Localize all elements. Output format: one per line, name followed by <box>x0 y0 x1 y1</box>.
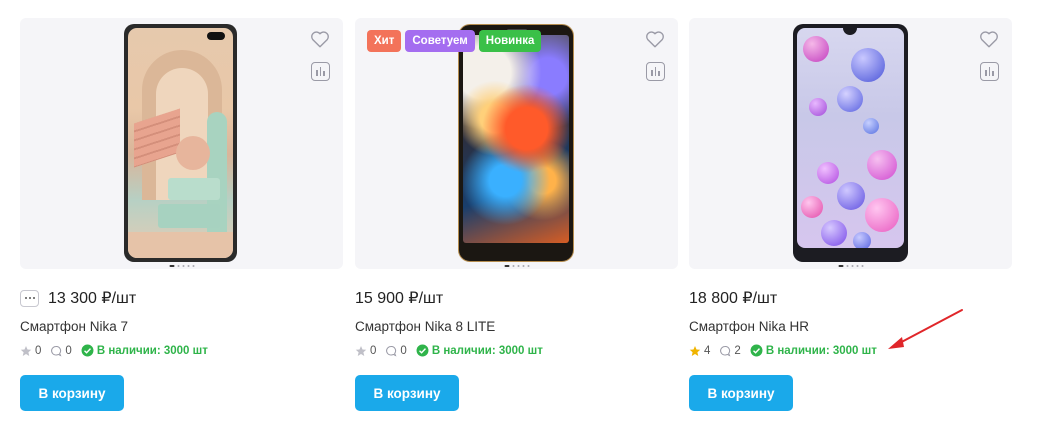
product-title[interactable]: Смартфон Nika HR <box>689 319 809 334</box>
badge-group: Хит Советуем Новинка <box>367 30 542 52</box>
heart-icon[interactable] <box>645 30 665 48</box>
product-card: 18 800 ₽/шт Смартфон Nika HR 4 2 В налич… <box>689 18 1012 438</box>
stock-status: В наличии: 3000 шт <box>431 344 543 357</box>
annotation-arrow-icon <box>888 309 963 349</box>
product-title[interactable]: Смартфон Nika 8 LITE <box>355 319 495 334</box>
phone-picture <box>458 24 574 262</box>
product-card: 13 300 ₽/шт Смартфон Nika 7 0 0 В наличи… <box>20 18 343 438</box>
check-circle-icon <box>416 344 429 357</box>
check-circle-icon <box>81 344 94 357</box>
comment-icon <box>720 345 731 357</box>
stock-status: В наличии: 3000 шт <box>765 344 877 357</box>
rating-value: 4 <box>704 344 711 357</box>
add-to-cart-button[interactable]: В корзину <box>355 375 459 411</box>
phone-picture <box>124 24 237 262</box>
star-icon <box>355 345 367 356</box>
phone-picture <box>793 24 908 262</box>
rating-value: 0 <box>370 344 377 357</box>
comment-icon <box>51 345 62 357</box>
product-card: Хит Советуем Новинка 15 900 ₽/шт Смартфо… <box>355 18 678 438</box>
reviews-count: 2 <box>734 344 741 357</box>
reviews-count: 0 <box>65 344 72 357</box>
heart-icon[interactable] <box>979 30 999 48</box>
heart-icon[interactable] <box>310 30 330 48</box>
badge-new: Новинка <box>478 30 542 52</box>
stock-status: В наличии: 3000 шт <box>96 344 208 357</box>
check-circle-icon <box>750 344 763 357</box>
more-options-button[interactable] <box>20 289 39 307</box>
star-icon <box>689 345 701 356</box>
add-to-cart-button[interactable]: В корзину <box>20 375 124 411</box>
compare-icon[interactable] <box>646 62 665 81</box>
image-pagination[interactable] <box>838 265 863 267</box>
star-icon <box>20 345 32 356</box>
rating-value: 0 <box>35 344 42 357</box>
compare-icon[interactable] <box>980 62 999 81</box>
product-price: 18 800 ₽/шт <box>689 290 778 307</box>
reviews-count: 0 <box>400 344 407 357</box>
badge-hit: Хит <box>367 30 402 52</box>
compare-icon[interactable] <box>311 62 330 81</box>
comment-icon <box>386 345 397 357</box>
product-price: 15 900 ₽/шт <box>355 290 444 307</box>
product-title[interactable]: Смартфон Nika 7 <box>20 319 128 334</box>
product-price: 13 300 ₽/шт <box>48 290 137 307</box>
add-to-cart-button[interactable]: В корзину <box>689 375 793 411</box>
image-pagination[interactable] <box>169 265 194 267</box>
badge-recommended: Советуем <box>405 30 475 52</box>
product-image[interactable] <box>689 18 1012 269</box>
image-pagination[interactable] <box>504 265 529 267</box>
product-image[interactable]: Хит Советуем Новинка <box>355 18 678 269</box>
product-image[interactable] <box>20 18 343 269</box>
